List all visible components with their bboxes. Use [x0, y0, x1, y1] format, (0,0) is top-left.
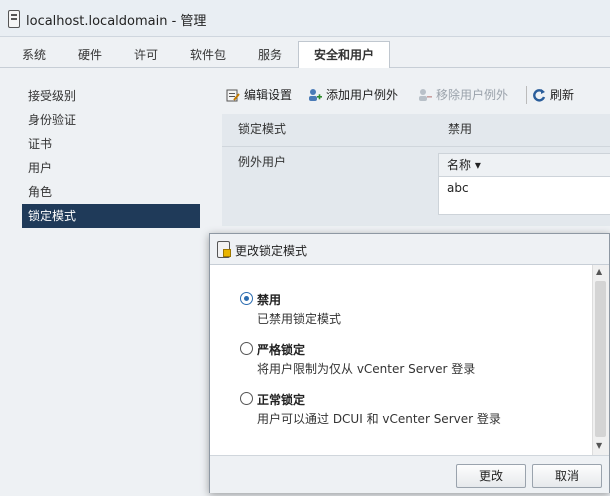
remove-user-exception-label: 移除用户例外	[436, 88, 509, 102]
scrollbar-thumb[interactable]	[595, 281, 606, 437]
dialog-title: 更改锁定模式	[235, 244, 308, 258]
tab-license[interactable]: 许可	[124, 43, 168, 67]
radio-normal-lockdown[interactable]	[240, 392, 253, 405]
remove-user-icon	[418, 88, 432, 102]
sidebar-item-certificates[interactable]: 证书	[22, 132, 200, 156]
scroll-up-icon[interactable]: ▲	[596, 267, 602, 276]
radio-disabled[interactable]	[240, 292, 253, 305]
exception-users-list: 名称 ▾ abc	[438, 153, 610, 215]
lockdown-mode-value: 禁用	[448, 122, 473, 136]
change-lockdown-mode-dialog: 更改锁定模式 禁用 已禁用锁定模式 严格锁定 将用户限制为仅从 vCenter …	[209, 233, 610, 493]
refresh-label: 刷新	[550, 88, 575, 102]
dialog-body: 禁用 已禁用锁定模式 严格锁定 将用户限制为仅从 vCenter Server …	[210, 265, 592, 455]
add-user-exception-label: 添加用户例外	[326, 88, 399, 102]
edit-settings-label: 编辑设置	[244, 88, 293, 102]
sidebar-item-lockdown-mode[interactable]: 锁定模式	[22, 204, 200, 228]
list-column-header-name[interactable]: 名称 ▾	[439, 154, 610, 177]
window-title: localhost.localdomain - 管理	[26, 14, 207, 29]
option-normal-lockdown-title: 正常锁定	[257, 393, 306, 407]
scroll-down-icon[interactable]: ▼	[596, 441, 602, 450]
host-icon	[8, 10, 20, 28]
edit-settings-button[interactable]: 编辑设置	[226, 86, 292, 104]
dialog-titlebar: 更改锁定模式	[210, 234, 609, 265]
edit-settings-icon	[226, 88, 240, 102]
sidebar-item-users[interactable]: 用户	[22, 156, 200, 180]
change-button[interactable]: 更改	[456, 464, 526, 488]
option-strict-lockdown-title: 严格锁定	[257, 343, 306, 357]
property-row-lockdown-mode: 锁定模式 禁用	[222, 114, 610, 147]
tab-security-users[interactable]: 安全和用户	[298, 41, 390, 69]
window-titlebar: localhost.localdomain - 管理	[0, 0, 610, 37]
exception-users-label: 例外用户	[238, 155, 287, 169]
lock-icon	[217, 241, 231, 258]
tab-bar: 系统 硬件 许可 软件包 服务 安全和用户	[0, 37, 610, 69]
radio-strict-lockdown[interactable]	[240, 342, 253, 355]
add-user-exception-button[interactable]: 添加用户例外	[308, 86, 398, 104]
dialog-scrollbar[interactable]: ▲ ▼	[592, 265, 609, 455]
refresh-icon	[532, 88, 546, 102]
sidebar-item-roles[interactable]: 角色	[22, 180, 200, 204]
lockdown-mode-label: 锁定模式	[238, 122, 287, 136]
toolbar: 编辑设置 添加用户例外 移除用户例外 刷新	[222, 82, 610, 106]
tab-hardware[interactable]: 硬件	[68, 43, 112, 67]
cancel-button[interactable]: 取消	[532, 464, 602, 488]
option-normal-lockdown-description: 用户可以通过 DCUI 和 vCenter Server 登录	[257, 412, 501, 426]
sidebar-item-acceptance-level[interactable]: 接受级别	[22, 84, 200, 108]
refresh-button[interactable]: 刷新	[532, 86, 574, 104]
add-user-icon	[308, 88, 322, 102]
tab-packages[interactable]: 软件包	[180, 43, 236, 67]
list-item[interactable]: abc	[439, 177, 610, 199]
sidebar: 接受级别 身份验证 证书 用户 角色 锁定模式	[0, 68, 212, 496]
option-disabled-title: 禁用	[257, 293, 282, 307]
tab-system[interactable]: 系统	[12, 43, 56, 67]
tab-services[interactable]: 服务	[248, 43, 292, 67]
sidebar-item-authentication[interactable]: 身份验证	[22, 108, 200, 132]
toolbar-divider	[526, 86, 527, 104]
dialog-footer: 更改 取消	[210, 455, 609, 493]
option-disabled-description: 已禁用锁定模式	[257, 312, 342, 326]
option-strict-lockdown-description: 将用户限制为仅从 vCenter Server 登录	[257, 362, 476, 376]
remove-user-exception-button[interactable]: 移除用户例外	[418, 86, 508, 104]
